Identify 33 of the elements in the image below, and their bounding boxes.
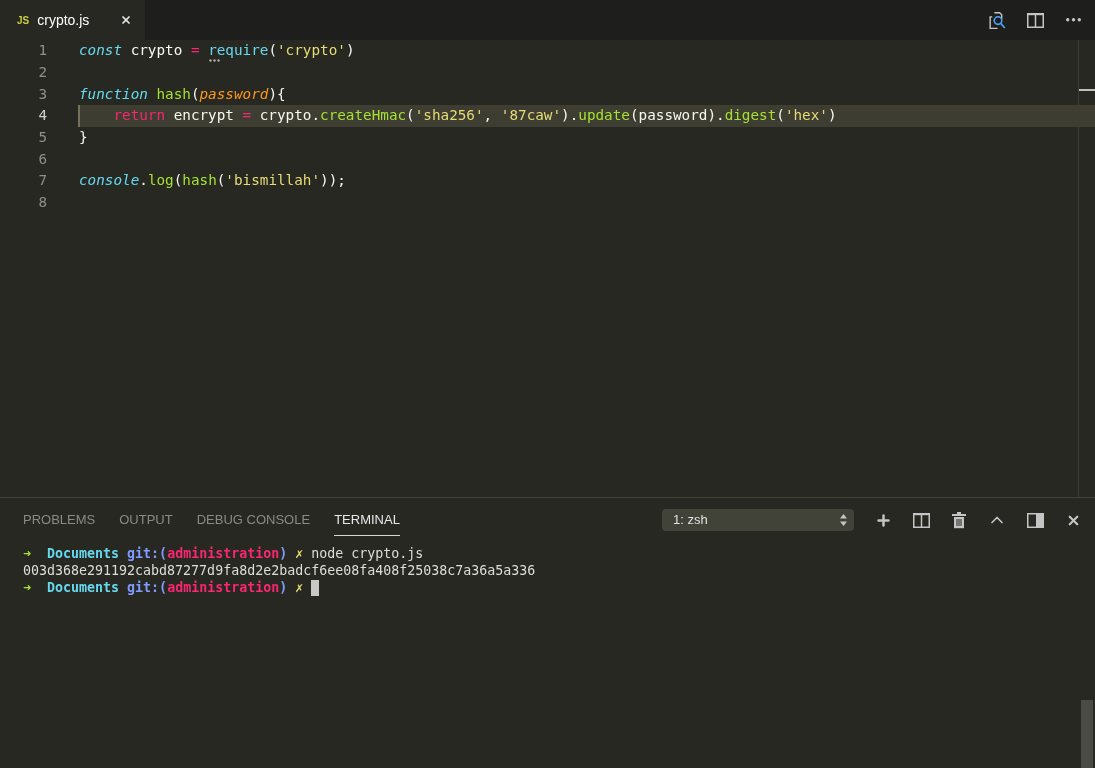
panel-tab[interactable]: PROBLEMS: [23, 504, 96, 536]
plus-icon: [874, 511, 892, 529]
line-number: 2: [37, 62, 47, 82]
trash-icon: [952, 511, 966, 529]
panel-tab[interactable]: OUTPUT: [119, 504, 173, 536]
split-icon: [912, 512, 930, 528]
code-line: }: [79, 127, 88, 147]
code-line: function hash(password){: [79, 84, 286, 104]
code-line: return encrypt = crypto.createHmac('sha256', '87caw').update(password).digest('hex'): [112, 106, 837, 126]
panel-tab[interactable]: TERMINAL: [334, 504, 400, 536]
line-number: 4: [37, 106, 47, 126]
line-number: 6: [37, 149, 47, 169]
editor-tab[interactable]: JS crypto.js: [0, 0, 145, 40]
terminal-line: ➜ Documents git:(administration) ✗ node crypto.js: [23, 545, 424, 562]
up-down-icon: [840, 514, 847, 526]
panel-right-icon: [1026, 512, 1044, 528]
line-number: 8: [37, 192, 47, 212]
code-line: console.log(hash('bismillah'));: [79, 171, 346, 191]
file-type-label: JS: [17, 13, 30, 28]
search-icon: [988, 11, 1006, 29]
text-cursor: [78, 105, 80, 127]
code-line: const crypto = require('crypto'): [79, 41, 355, 61]
line-number: 5: [37, 127, 47, 147]
panel-tab[interactable]: DEBUG CONSOLE: [196, 504, 311, 536]
more-icon: [1065, 18, 1081, 22]
line-number: 1: [37, 41, 47, 61]
line-number: 7: [37, 171, 47, 191]
terminal-line: ➜ Documents git:(administration) ✗: [23, 579, 304, 596]
terminal-line: 003d368e291192cabd87277d9fa8d2e2badcf6ee08fa408f25038c7a36a5a336: [23, 562, 536, 579]
split-icon: [1026, 12, 1044, 28]
line-number: 3: [37, 84, 47, 104]
terminal-select[interactable]: 1: zsh: [662, 509, 854, 531]
close-icon[interactable]: [120, 14, 132, 26]
